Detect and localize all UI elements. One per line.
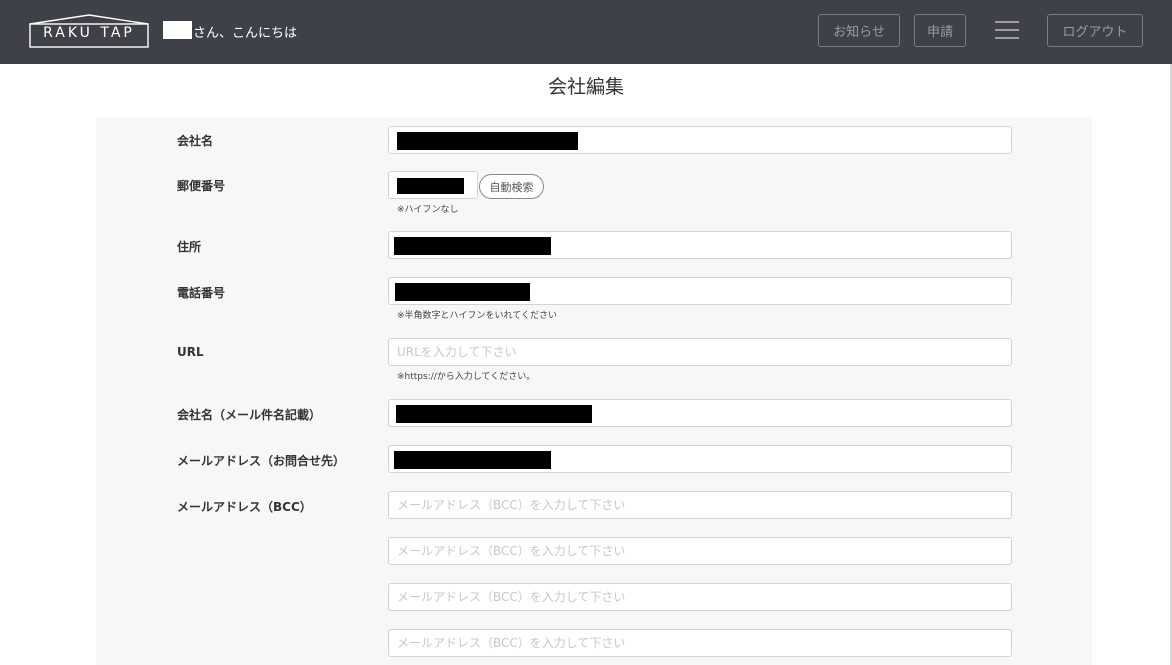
bcc-email-input-2[interactable] — [388, 537, 1012, 565]
zip-label: 郵便番号 — [177, 179, 226, 193]
raku-tap-logo[interactable]: RAKU TAP — [29, 14, 149, 48]
logo-text: RAKU TAP — [43, 25, 135, 41]
apply-button[interactable]: 申請 — [914, 14, 966, 47]
user-name-redacted — [163, 21, 192, 39]
zip-note: ※ハイフンなし — [397, 205, 459, 215]
bcc-email-input-4[interactable] — [388, 629, 1012, 657]
phone-note: ※半角数字とハイフンをいれてください — [397, 311, 558, 321]
notice-button[interactable]: お知らせ — [818, 14, 900, 47]
contact-email-redacted — [394, 451, 551, 469]
address-label: 住所 — [177, 240, 202, 254]
bcc-email-input-1[interactable] — [388, 491, 1012, 519]
address-redacted — [394, 237, 551, 255]
logout-button[interactable]: ログアウト — [1047, 14, 1143, 47]
contact-email-label: メールアドレス（お問合せ先） — [177, 454, 346, 468]
bcc-label: メールアドレス（BCC） — [177, 500, 312, 514]
zip-auto-search-button[interactable]: 自動検索 — [479, 174, 544, 199]
greeting-text: さん、こんにちは — [193, 26, 298, 41]
url-input[interactable] — [388, 338, 1012, 366]
phone-label: 電話番号 — [177, 286, 226, 300]
top-navbar: RAKU TAP さん、こんにちは お知らせ 申請 ログアウト — [0, 0, 1172, 64]
url-note: ※https://から入力してください。 — [397, 372, 536, 382]
zip-redacted — [397, 178, 464, 194]
url-label: URL — [177, 345, 204, 359]
company-name-label: 会社名 — [177, 134, 214, 148]
phone-redacted — [395, 283, 530, 301]
mail-subject-redacted — [396, 405, 592, 423]
hamburger-menu-icon[interactable] — [995, 21, 1019, 39]
page-title: 会社編集 — [547, 76, 624, 98]
bcc-email-input-3[interactable] — [388, 583, 1012, 611]
mail-subject-label: 会社名（メール件名記載） — [177, 408, 322, 422]
company-name-redacted — [397, 132, 578, 150]
